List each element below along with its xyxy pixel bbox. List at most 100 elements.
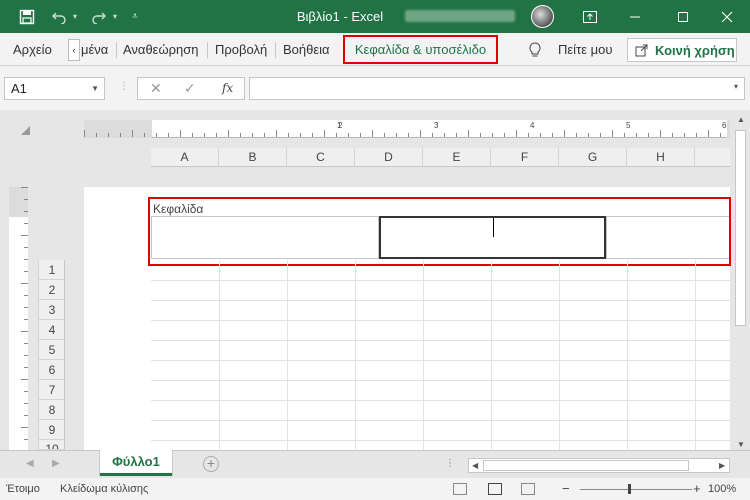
ruler-tick <box>204 133 205 137</box>
column-header-e[interactable]: E <box>423 148 491 167</box>
maximize-icon[interactable] <box>668 0 698 33</box>
share-button[interactable]: Κοινή χρήση <box>627 38 737 62</box>
zoom-out-icon[interactable]: − <box>562 478 570 500</box>
name-box-value: A1 <box>11 81 27 96</box>
tab-partial[interactable]: μένα <box>81 33 108 66</box>
scroll-left-icon[interactable]: ◀ <box>472 461 478 470</box>
sheet-tab[interactable]: Φύλλο1 <box>100 450 172 476</box>
minimize-icon[interactable] <box>620 0 650 33</box>
tab-review[interactable]: Αναθεώρηση <box>123 33 199 66</box>
column-headers: A B C D E F G H <box>151 148 730 167</box>
scroll-down-icon[interactable]: ▼ <box>737 440 745 449</box>
column-header-h[interactable]: H <box>627 148 695 167</box>
formula-bar: A1 ▼ ⋮ ✕ ✓ fx ▾ <box>0 66 750 110</box>
grid-line <box>287 260 288 450</box>
scroll-right-icon[interactable]: ▶ <box>719 461 725 470</box>
ruler-tick <box>360 133 361 137</box>
column-header-b[interactable]: B <box>219 148 287 167</box>
status-bar: Έτοιμο Κλείδωμα κύλισης − + 100% <box>0 478 750 500</box>
insert-function-icon[interactable]: fx <box>222 78 233 99</box>
ruler-tick <box>504 133 505 137</box>
name-box-dropdown-icon[interactable]: ▼ <box>91 78 99 99</box>
ruler-tick <box>432 133 433 137</box>
add-sheet-icon[interactable]: + <box>203 456 219 472</box>
ruler-tick <box>24 355 28 356</box>
ruler-tick <box>216 133 217 137</box>
zoom-slider-thumb[interactable] <box>628 484 631 494</box>
vertical-ruler <box>9 187 28 450</box>
row-header-3[interactable]: 3 <box>39 300 65 320</box>
ruler-tick <box>384 133 385 137</box>
ruler-tick <box>588 133 589 137</box>
row-header-9[interactable]: 9 <box>39 420 65 440</box>
name-box[interactable]: A1 ▼ <box>4 77 105 100</box>
confirm-entry-icon[interactable]: ✓ <box>184 78 196 99</box>
zoom-level[interactable]: 100% <box>708 478 736 500</box>
ruler-tick <box>516 130 517 137</box>
horizontal-scroll-thumb[interactable] <box>483 460 689 471</box>
zoom-in-icon[interactable]: + <box>693 478 701 500</box>
column-header-d[interactable]: D <box>355 148 423 167</box>
lightbulb-icon[interactable] <box>528 33 542 66</box>
ruler-tick <box>24 247 28 248</box>
ruler-tick <box>684 133 685 137</box>
cell-grid[interactable] <box>151 260 730 450</box>
cancel-entry-icon[interactable]: ✕ <box>150 78 162 99</box>
ruler-tick <box>180 130 181 137</box>
normal-view-icon[interactable] <box>453 483 467 495</box>
avatar[interactable] <box>531 5 554 28</box>
column-header-g[interactable]: G <box>559 148 627 167</box>
scroll-up-icon[interactable]: ▲ <box>737 115 745 124</box>
close-icon[interactable] <box>712 0 742 33</box>
ruler-tick <box>24 307 28 308</box>
ruler-tick <box>24 295 28 296</box>
tab-split-handle-icon[interactable]: ⋮ <box>445 458 455 469</box>
ruler-tick <box>408 133 409 137</box>
prev-sheet-icon[interactable]: ◀ <box>26 458 34 469</box>
tab-header-footer[interactable]: Κεφαλίδα & υποσέλιδο <box>343 35 498 64</box>
user-name-blurred <box>405 10 515 22</box>
next-sheet-icon[interactable]: ▶ <box>52 458 60 469</box>
vertical-scrollbar[interactable]: ▲ ▼ <box>733 112 748 452</box>
zoom-slider[interactable] <box>580 489 692 490</box>
status-ready: Έτοιμο <box>6 483 40 495</box>
grid-line <box>151 300 730 301</box>
vertical-scroll-thumb[interactable] <box>735 130 746 326</box>
page-break-view-icon[interactable] <box>521 483 535 495</box>
tab-help[interactable]: Βοήθεια <box>283 33 330 66</box>
column-header-f[interactable]: F <box>491 148 559 167</box>
ruler-tick <box>144 133 145 137</box>
row-header-2[interactable]: 2 <box>39 280 65 300</box>
row-header-4[interactable]: 4 <box>39 320 65 340</box>
ribbon-display-options-icon[interactable] <box>575 0 605 33</box>
select-all-corner[interactable] <box>21 126 30 135</box>
ruler-number: 3 <box>434 121 439 130</box>
grid-line <box>151 320 730 321</box>
column-header-c[interactable]: C <box>287 148 355 167</box>
ruler-margin <box>727 120 730 138</box>
ruler-tick <box>21 331 28 332</box>
row-header-1[interactable]: 1 <box>39 260 65 280</box>
row-header-7[interactable]: 7 <box>39 380 65 400</box>
tell-me-search[interactable]: Πείτε μου <box>558 33 612 66</box>
page-layout-view-icon[interactable] <box>488 483 502 495</box>
row-header-8[interactable]: 8 <box>39 400 65 420</box>
column-header-a[interactable]: A <box>151 148 219 167</box>
ruler-tick <box>552 133 553 137</box>
horizontal-scrollbar[interactable]: ◀ ▶ <box>468 458 730 473</box>
ribbon-scroll-left-icon[interactable]: ‹ <box>68 39 80 61</box>
ruler-tick <box>312 133 313 137</box>
tab-file[interactable]: Αρχείο <box>13 33 52 66</box>
ruler-tick <box>120 133 121 137</box>
formula-input[interactable]: ▾ <box>249 77 745 100</box>
ruler-tick <box>168 133 169 137</box>
ruler-tick <box>24 199 28 200</box>
expand-formula-bar-icon[interactable]: ▾ <box>734 82 738 91</box>
tab-view[interactable]: Προβολή <box>215 33 267 66</box>
ruler-tick <box>624 133 625 137</box>
grid-line <box>355 260 356 450</box>
row-header-10[interactable]: 10 <box>39 440 65 450</box>
grid-line <box>219 260 220 450</box>
row-header-6[interactable]: 6 <box>39 360 65 380</box>
row-header-5[interactable]: 5 <box>39 340 65 360</box>
